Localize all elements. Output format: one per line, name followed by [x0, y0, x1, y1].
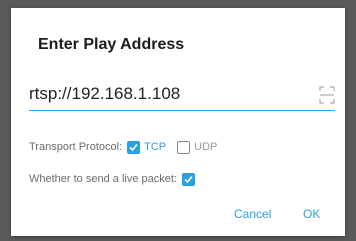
- tcp-option-label[interactable]: TCP: [144, 141, 166, 153]
- dialog-title: Enter Play Address: [38, 36, 185, 53]
- checkmark-icon: [184, 175, 193, 183]
- tcp-checkbox[interactable]: [127, 140, 141, 154]
- address-field-row: [29, 80, 335, 111]
- address-underline: [29, 110, 335, 111]
- ok-button[interactable]: OK: [303, 207, 320, 221]
- address-input[interactable]: [29, 80, 309, 108]
- live-packet-checkbox[interactable]: [181, 172, 195, 186]
- udp-option-label[interactable]: UDP: [194, 141, 217, 153]
- transport-protocol-row: Transport Protocol: TCP UDP: [29, 138, 217, 156]
- checkmark-icon: [129, 143, 138, 151]
- play-address-dialog: Enter Play Address Transport Protocol: T…: [11, 8, 345, 236]
- live-packet-label: Whether to send a live packet:: [29, 173, 177, 185]
- udp-checkbox[interactable]: [177, 140, 191, 154]
- scan-qr-icon[interactable]: [319, 86, 335, 104]
- cancel-button[interactable]: Cancel: [234, 207, 271, 221]
- transport-protocol-label: Transport Protocol:: [29, 141, 123, 153]
- live-packet-row: Whether to send a live packet:: [29, 170, 199, 188]
